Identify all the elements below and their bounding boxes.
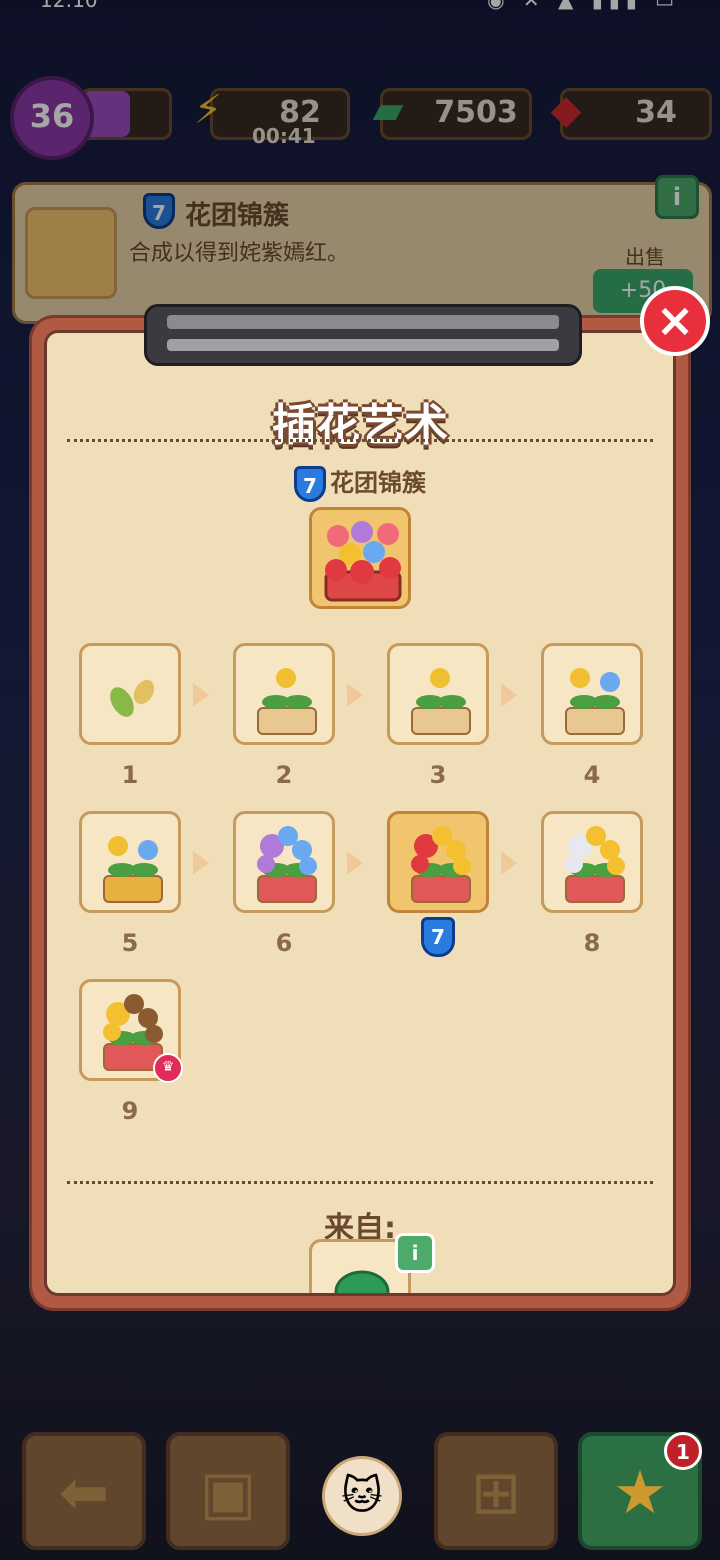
chain-arrow-icon xyxy=(501,851,517,875)
chain-item-tile[interactable] xyxy=(541,643,643,745)
merge-chain-modal: 插花艺术 7花团锦簇 1234567789♛ 来自: i xyxy=(32,304,688,1308)
featured-item-tile[interactable] xyxy=(309,507,411,609)
chain-level-number: 1 xyxy=(121,761,139,789)
level-shield-icon: 7 xyxy=(294,466,326,502)
chain-item-tile[interactable] xyxy=(79,643,181,745)
chain-level-number: 8 xyxy=(583,929,601,957)
flower-icon xyxy=(565,826,625,903)
modal-panel: 插花艺术 7花团锦簇 1234567789♛ 来自: i xyxy=(44,330,676,1296)
flower-icon xyxy=(411,668,471,735)
chain-item-tile[interactable] xyxy=(387,643,489,745)
chain-level-number: 9 xyxy=(121,1097,139,1125)
flower-basket-icon xyxy=(324,521,402,602)
chain-arrow-icon xyxy=(193,683,209,707)
lucky-cat-icon[interactable]: 🐱 xyxy=(322,1456,402,1536)
flower-icon xyxy=(411,826,471,903)
flower-icon xyxy=(257,668,317,735)
backpack-button[interactable]: ▣ xyxy=(166,1432,290,1550)
clip-bar xyxy=(167,339,559,351)
arrow-left-icon: ⬅ xyxy=(58,1458,110,1528)
divider xyxy=(67,439,653,442)
chain-item-tile[interactable] xyxy=(387,811,489,913)
back-button[interactable]: ⬅ xyxy=(22,1432,146,1550)
backpack-icon: ▣ xyxy=(199,1458,257,1528)
basket-icon: ⊞ xyxy=(470,1458,522,1528)
chain-arrow-icon xyxy=(193,851,209,875)
crown-icon: ♛ xyxy=(153,1053,183,1083)
chain-level-number: 2 xyxy=(275,761,293,789)
flower-icon xyxy=(110,679,155,717)
chain-level-number: 4 xyxy=(583,761,601,789)
chain-level-number: 3 xyxy=(429,761,447,789)
current-level-shield-icon: 7 xyxy=(421,917,455,957)
chain-item-tile[interactable] xyxy=(233,811,335,913)
divider xyxy=(67,1181,653,1184)
item-name: 花团锦簇 xyxy=(330,469,426,497)
chain-item-tile[interactable] xyxy=(79,811,181,913)
chain-level-number: 6 xyxy=(275,929,293,957)
chain-item-tile[interactable] xyxy=(541,811,643,913)
chain-item-tile[interactable] xyxy=(233,643,335,745)
chain-level-number: 5 xyxy=(121,929,139,957)
chain-arrow-icon xyxy=(347,683,363,707)
flower-icon xyxy=(565,668,625,735)
shop-basket-button[interactable]: ⊞ xyxy=(434,1432,558,1550)
item-subtitle: 7 花团锦簇 xyxy=(47,463,673,502)
flower-icon xyxy=(257,826,317,903)
clipboard-clip xyxy=(144,304,582,366)
chain-arrow-icon xyxy=(347,851,363,875)
source-info-button[interactable]: i xyxy=(395,1233,435,1273)
modal-title: 插花艺术 xyxy=(272,400,448,451)
flower-icon xyxy=(103,836,163,903)
clip-bar xyxy=(167,315,559,329)
notification-badge: 1 xyxy=(664,1432,702,1470)
chain-arrow-icon xyxy=(501,683,517,707)
close-icon[interactable]: × xyxy=(640,286,710,356)
